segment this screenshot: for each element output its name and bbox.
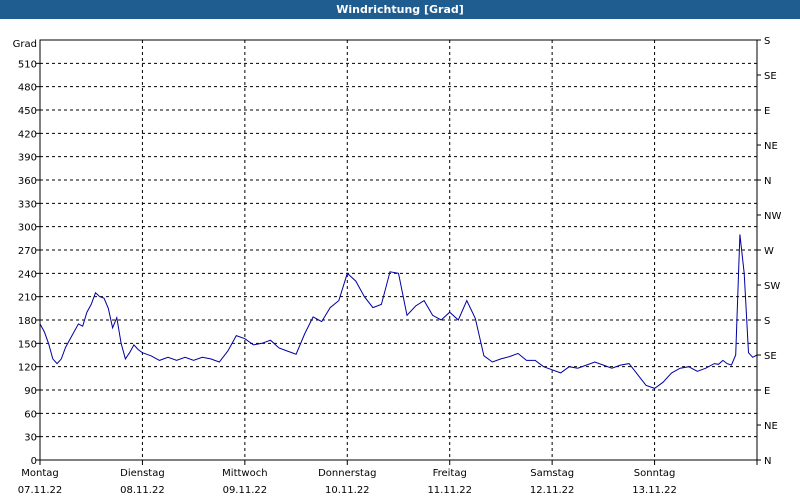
right-tick-label: SE bbox=[764, 351, 777, 362]
y-tick-label: 150 bbox=[18, 339, 37, 350]
x-tick-date: 12.11.22 bbox=[530, 485, 575, 496]
y-tick-label: 120 bbox=[18, 363, 37, 374]
y-tick-label: 60 bbox=[24, 409, 37, 420]
y-tick-label: 270 bbox=[18, 246, 37, 257]
right-tick-label: S bbox=[764, 316, 770, 327]
x-tick-weekday: Montag bbox=[21, 468, 58, 479]
y-tick-label: 330 bbox=[18, 199, 37, 210]
y-tick-label: 210 bbox=[18, 293, 37, 304]
y-tick-label: 180 bbox=[18, 316, 37, 327]
right-tick-label: E bbox=[764, 386, 770, 397]
right-tick-label: S bbox=[764, 36, 770, 47]
y-axis-label: Grad bbox=[13, 39, 37, 50]
chart-title-bar: Windrichtung [Grad] bbox=[0, 0, 800, 19]
right-tick-label: NW bbox=[764, 211, 781, 222]
y-tick-label: 480 bbox=[18, 83, 37, 94]
x-tick-date: 13.11.22 bbox=[632, 485, 677, 496]
x-tick-date: 07.11.22 bbox=[18, 485, 63, 496]
x-tick-date: 08.11.22 bbox=[120, 485, 165, 496]
x-tick-weekday: Mittwoch bbox=[222, 468, 267, 479]
x-tick-weekday: Donnerstag bbox=[318, 468, 376, 479]
y-tick-label: 300 bbox=[18, 223, 37, 234]
y-tick-label: 240 bbox=[18, 269, 37, 280]
right-tick-label: NE bbox=[764, 421, 778, 432]
right-tick-label: E bbox=[764, 106, 770, 117]
right-tick-label: W bbox=[764, 246, 774, 257]
y-tick-label: 420 bbox=[18, 129, 37, 140]
y-tick-label: 0 bbox=[31, 456, 37, 467]
right-tick-label: N bbox=[764, 176, 771, 187]
x-axis-ticks: Montag 07.11.22 Dienstag 08.11.22 Mittwoch 09… bbox=[18, 460, 758, 496]
y-tick-label: 360 bbox=[18, 176, 37, 187]
y-tick-label: 450 bbox=[18, 106, 37, 117]
x-tick-date: 09.11.22 bbox=[223, 485, 268, 496]
x-tick-weekday: Dienstag bbox=[120, 468, 165, 479]
series-line bbox=[39, 234, 758, 389]
y-tick-label: 390 bbox=[18, 153, 37, 164]
y-axis-ticks: 0 30 60 90 120 150 180 210 240 270 300 330 360 390 420… bbox=[18, 59, 40, 467]
x-tick-weekday: Samstag bbox=[530, 468, 574, 479]
right-tick-label: NE bbox=[764, 141, 778, 152]
chart-title: Windrichtung [Grad] bbox=[336, 3, 464, 16]
x-tick-weekday: Sonntag bbox=[634, 468, 676, 479]
grid-lines bbox=[40, 40, 757, 460]
y-tick-label: 90 bbox=[24, 386, 37, 397]
x-tick-date: 10.11.22 bbox=[325, 485, 370, 496]
plot-frame bbox=[39, 39, 758, 461]
right-tick-label: N bbox=[764, 456, 771, 467]
x-tick-date: 11.11.22 bbox=[427, 485, 472, 496]
right-axis-ticks: N NE E SE S SW W NW N NE E SE S bbox=[757, 36, 781, 467]
y-tick-label: 30 bbox=[24, 433, 37, 444]
y-tick-label: 510 bbox=[18, 59, 37, 70]
x-tick-weekday: Freitag bbox=[433, 468, 467, 479]
right-tick-label: SW bbox=[764, 281, 780, 292]
wind-direction-chart: 0 30 60 90 120 150 180 210 240 270 300 330 360 390 420… bbox=[13, 36, 782, 496]
right-tick-label: SE bbox=[764, 71, 777, 82]
